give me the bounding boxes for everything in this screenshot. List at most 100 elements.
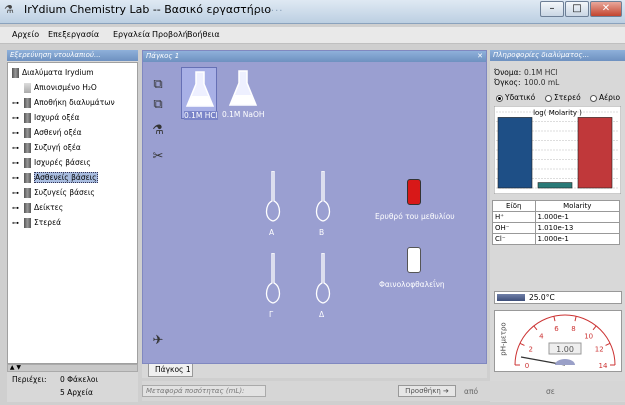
glassware-icon[interactable]: ⚗ [150,123,166,139]
window-title: IrYdium Chemistry Lab -- Βασικό εργαστήρ… [24,3,272,16]
explorer-tree: Διαλύματα Irydium Απιονισμένο H₂O ⊶ Αποθήκη… [7,62,138,364]
ph-tick [605,342,611,346]
bar-H⁺ [497,117,533,189]
expand-icon[interactable]: ⊶ [12,174,22,182]
phase-radio-aqueous[interactable]: Υδατικό [496,93,535,102]
ph-tick-label: 4 [539,332,544,340]
cabinet-icon [12,68,19,78]
expand-icon[interactable]: ⊶ [12,114,22,122]
species-cell: Cl⁻ [492,233,536,245]
tree-item-label: Διαλύματα Irydium [22,68,94,77]
tree-item[interactable]: ⊶ Συζυγείς βάσεις [12,187,95,199]
volumetric-flask-b[interactable]: Β [308,171,338,241]
flask-a-label: Α [269,228,275,237]
volumetric-flask-a[interactable]: Α [258,171,288,241]
ph-value: 1.00 [556,345,574,354]
species-cell: H⁺ [492,211,536,223]
tree-item[interactable]: Απιονισμένο H₂O [24,82,97,94]
explorer-scrollbar[interactable]: ▲ ▼ [7,364,138,372]
expand-icon[interactable]: ⊶ [12,219,22,227]
info-header: Πληροφορίες διαλύματος... [490,50,625,61]
expand-icon[interactable]: ⊶ [12,204,22,212]
ph-tick [574,316,577,322]
species-cell: OH⁻ [492,222,536,234]
col-molarity-header: Molarity [534,200,620,212]
molarity-cell: 1.000e-1 [534,233,620,245]
radio-icon [590,94,597,102]
tab-workbench-1[interactable]: Πάγκος 1 [148,364,193,377]
phase-radio-gas[interactable]: Αέριο [590,93,620,102]
menu-help[interactable]: Βοήθεια [187,30,220,39]
workbench-header: Πάγκος 1 ✕ [143,51,486,62]
thermometer: 25.0°C [494,291,622,304]
tree-item[interactable]: ⊶ Ασθενή οξέα [12,127,82,139]
tree-item[interactable]: ⊶ Ασθενείς βάσεις [12,172,98,184]
col-species-header: Είδη [492,200,536,212]
transfer-amount-input[interactable]: Μεταφορά ποσότητας (mL): [142,385,266,397]
title-bg-text: ........ [250,3,284,14]
beaker-stack-icon[interactable]: ⧉ [150,77,166,93]
workbench[interactable]: Πάγκος 1 ✕ ⧉ ⧉ ⚗ ✂ ✈ 0.1M HCl 0.1M NaOH Α… [142,50,487,364]
volumetric-flask-d[interactable]: Δ [308,253,338,323]
tree-item-label: Ισχυρά οξέα [34,113,80,122]
tree-item[interactable]: ⊶ Ισχυρά οξέα [12,112,80,124]
flask-naoh[interactable]: 0.1M NaOH [222,67,265,119]
tools-icon[interactable]: ✂ [150,149,166,165]
expand-icon[interactable]: ⊶ [12,189,22,197]
phase-radio-solid[interactable]: Στερεό [545,93,581,102]
maximize-button[interactable]: □ [565,1,589,17]
chart-title: log( Molarity ) [533,109,582,117]
menu-bar: Αρχείο Επεξεργασία Εργαλεία Προβολή Βοήθ… [0,27,625,44]
expand-icon[interactable]: ⊶ [12,99,22,107]
add-button[interactable]: Προσθήκη ➔ [398,385,456,397]
table-row: Cl⁻ 1.000e-1 [492,233,620,245]
name-value: 0.1M HCl [524,68,558,77]
menu-tools[interactable]: Εργαλεία [113,30,150,39]
tree-item-label: Συζυγή οξέα [34,143,81,152]
cabinet-icon [24,128,31,138]
tree-item[interactable]: ⊶ Στερεά [12,217,61,229]
cabinet-icon [24,203,31,213]
bottle-phenolphthalein[interactable]: Φαινολοφθαλεΐνη [373,247,453,292]
menu-edit[interactable]: Επεξεργασία [48,30,99,39]
ph-tick-label: 6 [554,325,559,333]
tree-item[interactable]: ⊶ Αποθήκη διαλυμάτων [12,97,115,109]
menu-file[interactable]: Αρχείο [12,30,39,39]
tree-item-label: Ασθενείς βάσεις [34,172,98,183]
volume-label: Όγκος: [494,78,521,87]
close-button[interactable]: ✕ [590,1,622,17]
expand-icon[interactable]: ⊶ [12,144,22,152]
to-label: σε [546,387,555,396]
ph-meter: pH-μετρο 0 2 4 6 8 10 12 14 1.00 [494,310,622,372]
copy-icon[interactable]: ⧉ [150,97,166,113]
expand-icon[interactable]: ⊶ [12,129,22,137]
tree-item[interactable]: ⊶ Ισχυρές βάσεις [12,157,91,169]
volumetric-flask-icon [265,253,281,304]
menu-view[interactable]: Προβολή [152,30,188,39]
from-label: από [464,387,479,396]
tree-item[interactable]: ⊶ Δείκτες [12,202,63,214]
tree-item-label: Ισχυρές βάσεις [34,158,91,167]
tree-item[interactable]: Διαλύματα Irydium [12,67,94,79]
minimize-button[interactable]: – [540,1,564,17]
contains-label: Περιέχει: [12,375,47,384]
tree-item-label: Απιονισμένο H₂O [34,83,97,92]
tree-item[interactable]: ⊶ Συζυγή οξέα [12,142,81,154]
hand-tool-icon[interactable]: ✈ [150,333,166,349]
volumetric-flask-c[interactable]: Γ [258,253,288,323]
ph-tick-label: 12 [595,346,604,354]
expand-icon[interactable]: ⊶ [12,159,22,167]
status-bar: Μεταφορά ποσότητας (mL): Προσθήκη ➔ από … [142,381,625,401]
ph-tick-label: 0 [525,362,529,370]
bottle-phenolphthalein-label: Φαινολοφθαλεΐνη [379,280,445,289]
bottle-methyl-red[interactable]: Ερυθρό του μεθυλίου [373,179,455,224]
cabinet-icon [24,158,31,168]
cabinet-icon [24,113,31,123]
name-label: Όνομα: [494,68,522,77]
cabinet-icon [24,188,31,198]
tree-item-label: Αποθήκη διαλυμάτων [34,98,115,107]
flask-b-label: Β [319,228,325,237]
flask-hcl[interactable]: 0.1M HCl [181,67,218,120]
bottle-icon [407,247,421,273]
volume-value: 100.0 mL [524,78,560,87]
